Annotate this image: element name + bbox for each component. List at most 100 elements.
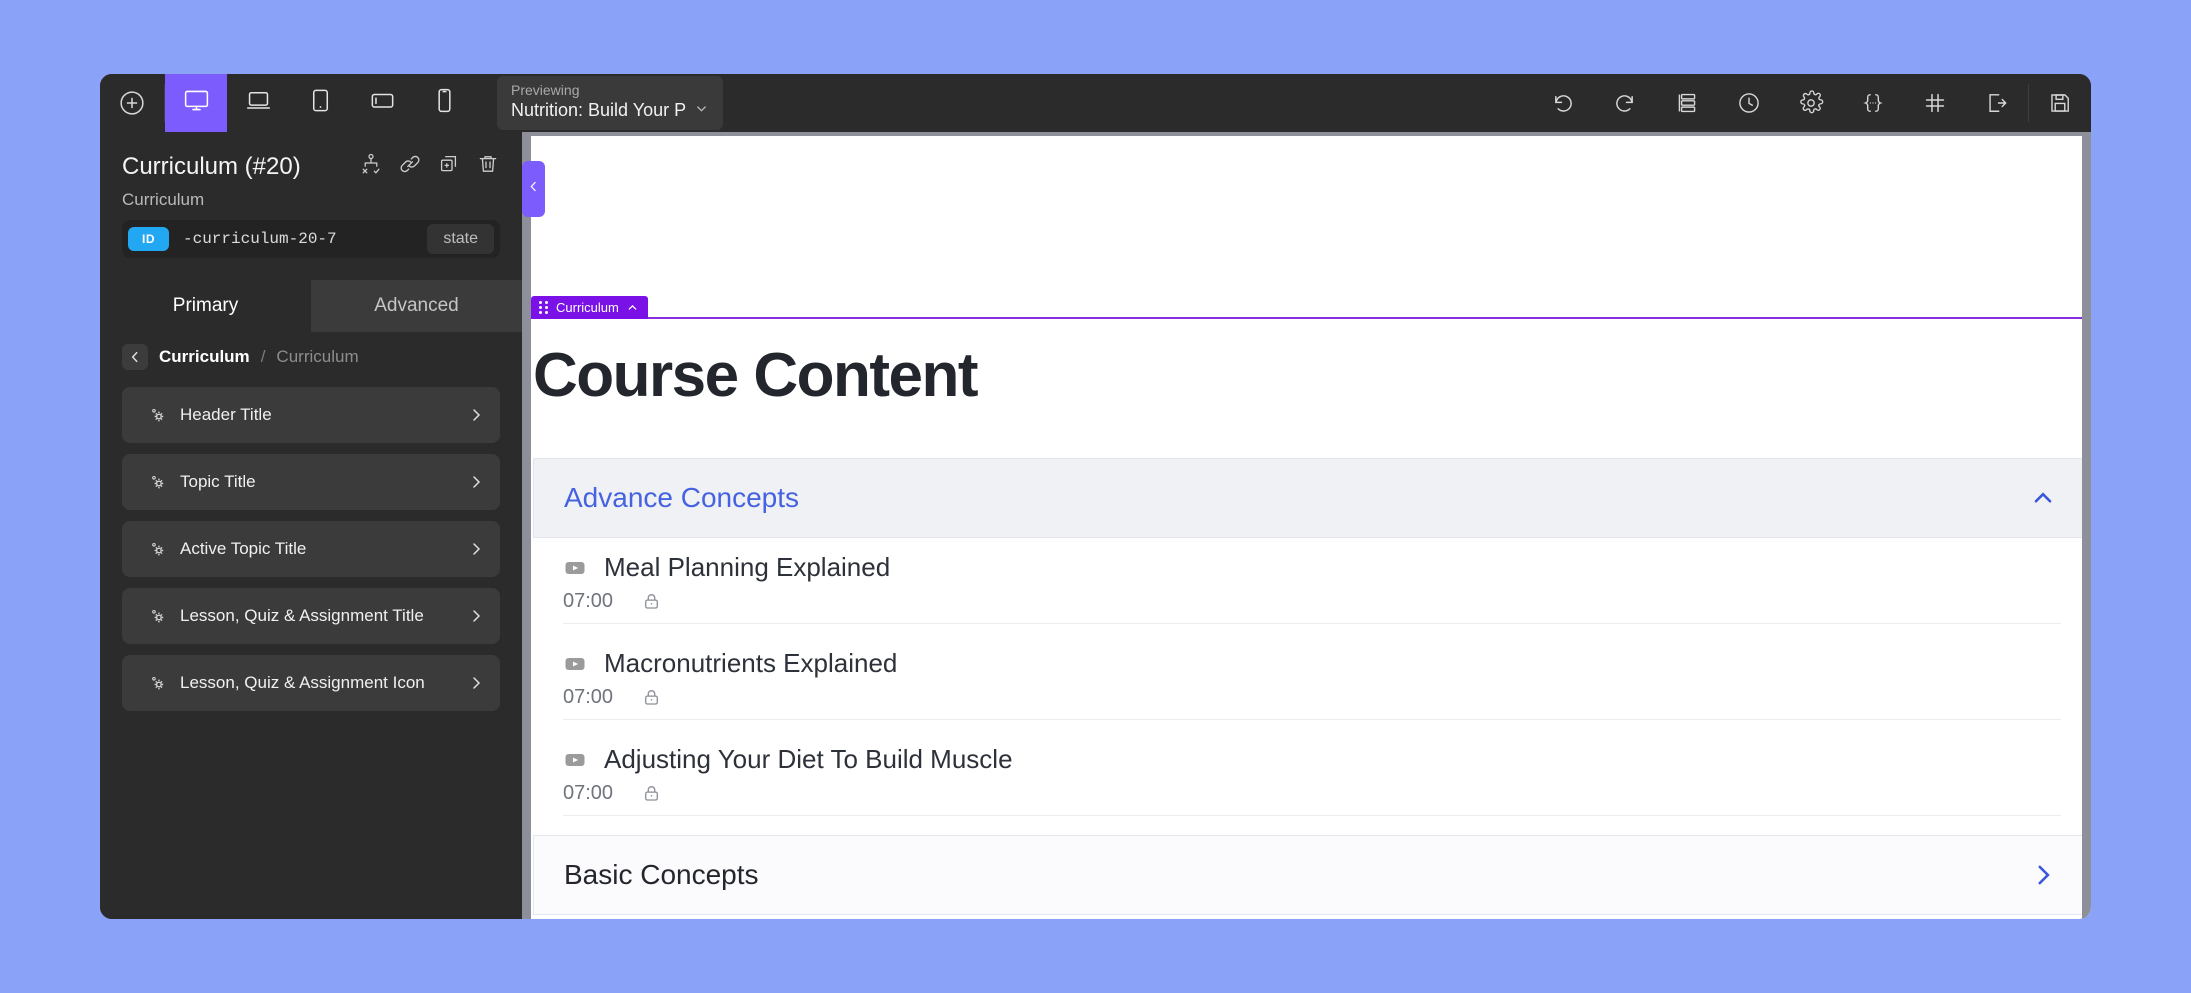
course-content-heading: Course Content (533, 341, 979, 410)
code-braces-icon (1860, 90, 1886, 116)
link-button[interactable] (398, 152, 422, 181)
toolbar-left-group: Previewing Nutrition: Build Your P (100, 74, 724, 132)
inspector-tabs: Primary Advanced (100, 280, 522, 332)
lesson-meta: 07:00 (563, 782, 2061, 805)
canvas-scrollbar[interactable] (2082, 132, 2091, 919)
chevron-left-icon (527, 180, 540, 198)
inspector-item-active-topic-title[interactable]: Active Topic Title (122, 521, 500, 577)
breadcrumb-separator: / (260, 347, 266, 366)
lesson-row[interactable]: Macronutrients Explained 07:00 (533, 634, 2091, 730)
selection-badge[interactable]: Curriculum (531, 296, 648, 319)
inspector-item-lesson-quiz-assignment-icon[interactable]: Lesson, Quiz & Assignment Icon (122, 655, 500, 711)
preview-label: Previewing (511, 82, 580, 98)
device-desktop-button[interactable] (165, 74, 227, 132)
gear-icon (136, 538, 180, 560)
breadcrumb-parent[interactable]: Curriculum (276, 347, 358, 367)
device-laptop-button[interactable] (227, 74, 289, 132)
plus-circle-icon (118, 89, 146, 117)
undo-icon (1550, 90, 1576, 116)
chevron-up-icon[interactable] (627, 302, 638, 313)
lesson-title-row: Meal Planning Explained (563, 552, 2061, 583)
lock-icon (641, 783, 662, 804)
lesson-title: Macronutrients Explained (604, 648, 898, 678)
layers-button[interactable] (1656, 74, 1718, 132)
element-id-bar: ID -curriculum-20-7 state (122, 220, 500, 258)
accordion-title: Basic Concepts (564, 859, 759, 890)
chevron-up-icon[interactable] (2030, 485, 2056, 511)
tablet-portrait-icon (306, 86, 335, 120)
redo-button[interactable] (1594, 74, 1656, 132)
device-tablet-portrait-button[interactable] (289, 74, 351, 132)
tab-primary[interactable]: Primary (100, 280, 311, 332)
video-play-icon (563, 556, 587, 580)
save-button[interactable] (2029, 74, 2091, 132)
accordion-header[interactable]: Advance Concepts (533, 458, 2091, 538)
id-value[interactable]: -curriculum-20-7 (183, 230, 427, 248)
accordion-section-basic-concepts: Basic Concepts (533, 835, 2091, 915)
add-element-button[interactable] (100, 74, 164, 132)
inspector-item-list: Header Title Topic Title Active Topic Ti… (100, 382, 522, 711)
video-play-icon (563, 652, 587, 676)
settings-button[interactable] (1780, 74, 1842, 132)
lesson-meta: 07:00 (563, 590, 2061, 613)
lesson-duration: 07:00 (563, 590, 614, 612)
laptop-icon (244, 86, 273, 120)
inspector-item-label: Topic Title (180, 472, 256, 491)
chevron-right-icon (468, 675, 484, 691)
lesson-meta: 07:00 (563, 686, 2061, 709)
chevron-right-icon (468, 474, 484, 490)
inspector-item-label: Header Title (180, 405, 272, 424)
device-preview-group (165, 74, 475, 132)
page-title: Curriculum (#20) (122, 152, 301, 180)
chevron-right-icon[interactable] (2030, 862, 2056, 888)
gear-icon (136, 404, 180, 426)
lesson-row[interactable]: Meal Planning Explained 07:00 (533, 538, 2091, 634)
inspector-item-label: Active Topic Title (180, 539, 307, 558)
selection-badge-label: Curriculum (556, 300, 619, 315)
panel-collapse-button[interactable] (522, 161, 545, 217)
history-icon (1736, 90, 1762, 116)
accordion-title: Advance Concepts (564, 482, 800, 513)
delete-button[interactable] (476, 152, 500, 181)
apply-to-all-button[interactable] (359, 152, 383, 181)
chevron-right-icon (468, 407, 484, 423)
inspector-item-topic-title[interactable]: Topic Title (122, 454, 500, 510)
curriculum-block[interactable]: Curriculum Course Content Advance Concep… (531, 296, 2091, 919)
tab-advanced[interactable]: Advanced (311, 280, 522, 332)
inspector-item-label: Lesson, Quiz & Assignment Title (180, 606, 424, 625)
lesson-divider (563, 623, 2061, 624)
drag-handle-icon[interactable] (539, 301, 548, 314)
undo-button[interactable] (1532, 74, 1594, 132)
lesson-title-row: Adjusting Your Diet To Build Muscle (563, 744, 2061, 775)
exit-button[interactable] (1966, 74, 2028, 132)
redo-icon (1612, 90, 1638, 116)
exit-icon (1984, 90, 2010, 116)
canvas-viewport: Curriculum Course Content Advance Concep… (522, 132, 2091, 919)
device-mobile-button[interactable] (413, 74, 475, 132)
lesson-row[interactable]: Adjusting Your Diet To Build Muscle 07:0… (533, 730, 2091, 826)
breadcrumb-current[interactable]: Curriculum (159, 347, 250, 367)
inspector-item-lesson-quiz-assignment-title[interactable]: Lesson, Quiz & Assignment Title (122, 588, 500, 644)
duplicate-button[interactable] (437, 152, 461, 181)
accordion-header[interactable]: Basic Concepts (533, 835, 2091, 915)
grid-button[interactable] (1904, 74, 1966, 132)
chevron-right-icon (468, 541, 484, 557)
lesson-title: Adjusting Your Diet To Build Muscle (604, 744, 1013, 774)
device-tablet-landscape-button[interactable] (351, 74, 413, 132)
video-play-icon (563, 748, 587, 772)
state-selector[interactable]: state (427, 224, 494, 254)
breadcrumb-back-button[interactable] (122, 344, 148, 370)
preview-selector[interactable]: Previewing Nutrition: Build Your P (497, 76, 724, 130)
history-button[interactable] (1718, 74, 1780, 132)
layers-icon (1674, 90, 1700, 116)
inspector-item-header-title[interactable]: Header Title (122, 387, 500, 443)
preview-page: Curriculum Course Content Advance Concep… (531, 136, 2091, 919)
code-button[interactable] (1842, 74, 1904, 132)
lesson-duration: 07:00 (563, 782, 614, 804)
save-icon (2047, 90, 2073, 116)
grid-hash-icon (1922, 90, 1948, 116)
toolbar-right-group (1532, 74, 2091, 132)
inspector-header: Curriculum (#20) Curriculum (100, 132, 522, 210)
breadcrumb: Curriculum / Curriculum (100, 332, 522, 382)
preview-value: Nutrition: Build Your P (511, 100, 687, 120)
